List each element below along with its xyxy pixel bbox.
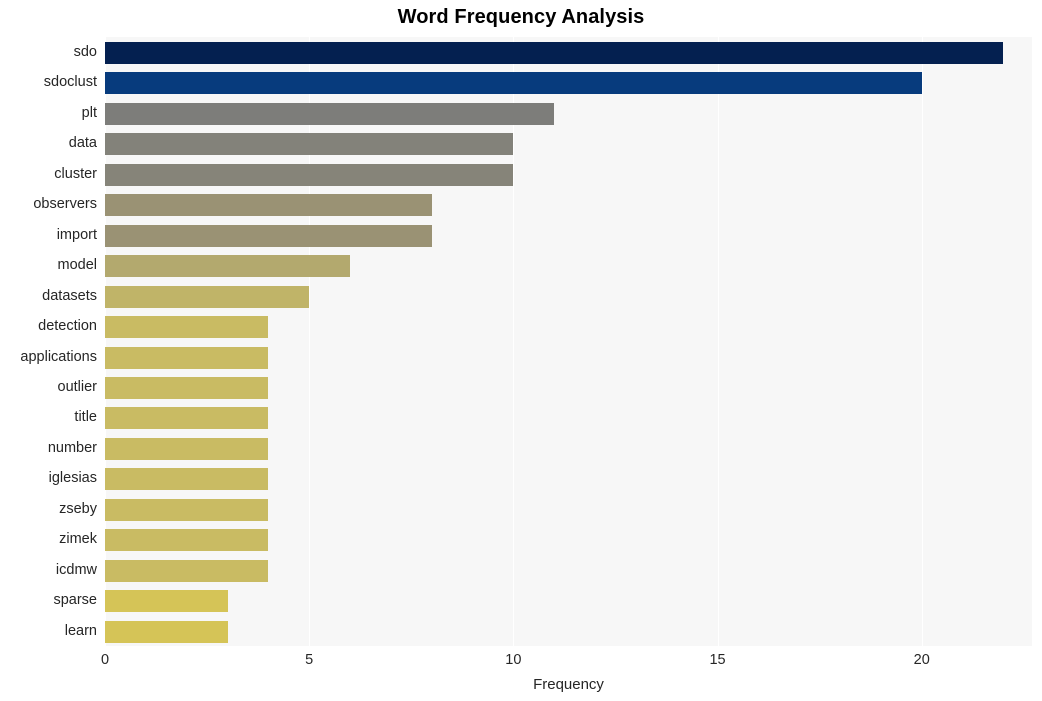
word-frequency-chart-figure: Word Frequency Analysis sdo sdoclust plt da… xyxy=(0,0,1042,701)
bar-plt[interactable] xyxy=(105,102,555,125)
x-tick-label-20: 20 xyxy=(913,652,930,668)
bar-data[interactable] xyxy=(105,133,514,156)
bar-learn[interactable] xyxy=(105,620,228,643)
bars-container xyxy=(105,37,1032,646)
y-tick-label-title: title xyxy=(74,409,97,426)
bar-row xyxy=(105,285,1032,308)
bar-title[interactable] xyxy=(105,407,269,430)
chart-title: Word Frequency Analysis xyxy=(397,6,645,28)
bar-cluster[interactable] xyxy=(105,163,514,186)
y-tick-label-cluster: cluster xyxy=(54,165,97,182)
y-tick-label-zseby: zseby xyxy=(59,500,97,517)
bar-row xyxy=(105,529,1032,552)
y-tick-label-sdo: sdo xyxy=(73,44,97,60)
y-tick-label-icdmw: icdmw xyxy=(55,561,97,578)
bar-row xyxy=(105,620,1032,643)
y-tick-label-zimek: zimek xyxy=(59,531,97,548)
y-tick-label-detection: detection xyxy=(38,318,97,335)
bar-row xyxy=(105,346,1032,369)
bar-row xyxy=(105,559,1032,582)
bar-row xyxy=(105,133,1032,156)
bar-row xyxy=(105,316,1032,339)
x-tick-label-10: 10 xyxy=(505,652,522,668)
bar-iglesias[interactable] xyxy=(105,468,269,491)
bar-row xyxy=(105,437,1032,460)
bar-row xyxy=(105,102,1032,125)
x-axis: 0 5 10 15 20 Frequency xyxy=(0,646,1042,701)
bar-row xyxy=(105,72,1032,95)
bar-model[interactable] xyxy=(105,255,351,278)
bar-row xyxy=(105,498,1032,521)
y-tick-label-iglesias: iglesias xyxy=(48,470,97,487)
bar-row xyxy=(105,376,1032,399)
y-tick-label-learn: learn xyxy=(64,622,97,639)
bar-import[interactable] xyxy=(105,224,432,247)
bar-row xyxy=(105,590,1032,613)
y-tick-label-sparse: sparse xyxy=(53,592,97,609)
y-tick-label-model: model xyxy=(57,257,98,274)
y-tick-label-import: import xyxy=(56,226,97,243)
bar-row xyxy=(105,163,1032,186)
bar-outlier[interactable] xyxy=(105,376,269,399)
bar-sdoclust[interactable] xyxy=(105,72,922,95)
bar-sdo[interactable] xyxy=(105,42,1004,64)
bar-row xyxy=(105,194,1032,217)
bar-detection[interactable] xyxy=(105,316,269,339)
y-tick-label-applications: applications xyxy=(20,348,97,365)
bar-sparse[interactable] xyxy=(105,590,228,613)
bar-row xyxy=(105,42,1032,64)
y-tick-label-observers: observers xyxy=(33,196,97,213)
y-tick-label-plt: plt xyxy=(81,104,97,121)
bar-zseby[interactable] xyxy=(105,498,269,521)
bar-datasets[interactable] xyxy=(105,285,310,308)
x-tick-label-0: 0 xyxy=(100,652,110,668)
plot-area xyxy=(105,37,1032,646)
x-axis-title: Frequency xyxy=(533,676,604,693)
bar-row xyxy=(105,407,1032,430)
bar-row xyxy=(105,468,1032,491)
x-tick-label-15: 15 xyxy=(709,652,726,668)
bar-zimek[interactable] xyxy=(105,529,269,552)
y-tick-label-outlier: outlier xyxy=(57,378,98,395)
bar-row xyxy=(105,255,1032,278)
bar-row xyxy=(105,224,1032,247)
bar-icdmw[interactable] xyxy=(105,559,269,582)
y-tick-label-number: number xyxy=(47,439,97,456)
bar-applications[interactable] xyxy=(105,346,269,369)
y-tick-label-datasets: datasets xyxy=(42,287,97,304)
y-tick-label-data: data xyxy=(68,135,97,152)
bar-observers[interactable] xyxy=(105,194,432,217)
bar-number[interactable] xyxy=(105,437,269,460)
x-tick-label-5: 5 xyxy=(305,652,314,668)
y-axis-category-labels: sdo sdoclust plt data cluster observers import… xyxy=(0,37,97,646)
y-tick-label-sdoclust: sdoclust xyxy=(43,74,97,91)
